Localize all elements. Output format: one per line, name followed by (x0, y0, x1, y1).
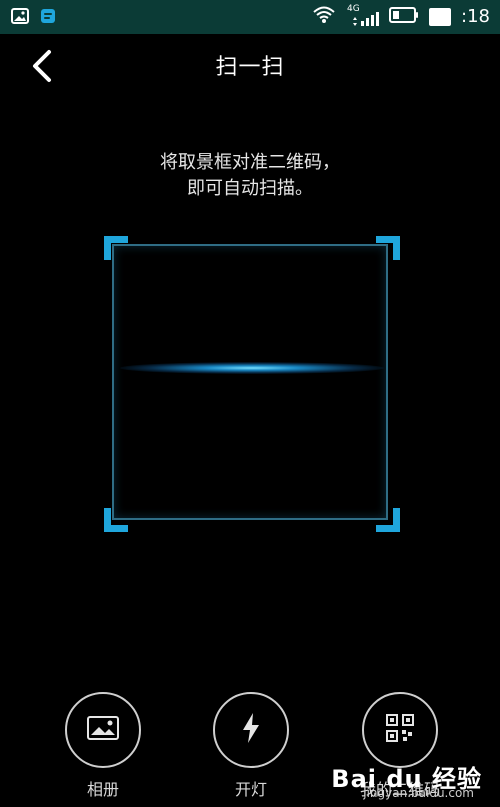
scan-frame (104, 236, 400, 532)
album-label: 相册 (86, 780, 119, 799)
flashlight-circle[interactable] (213, 692, 289, 768)
header: 扫一扫 (0, 34, 500, 104)
redacted-block (429, 8, 452, 26)
scan-corner-top-left (104, 236, 128, 260)
flashlight-label: 开灯 (234, 780, 267, 799)
signal-icon: 4G (347, 4, 380, 28)
scan-area (112, 244, 388, 520)
status-time: :18 (461, 6, 490, 27)
image-icon (10, 6, 30, 30)
scan-line (120, 362, 384, 374)
instruction-line-1: 将取景框对准二维码， (160, 152, 340, 173)
scan-corner-top-right (376, 236, 400, 260)
image-icon (86, 715, 120, 745)
scan-corner-bottom-left (104, 508, 128, 532)
page-title: 扫一扫 (215, 55, 285, 80)
status-right-icons: 4G :18 (311, 4, 490, 29)
flash-icon (238, 711, 264, 749)
app-icon (40, 8, 56, 28)
baidu-domain: jingyan.baidu.com (363, 786, 474, 800)
scan-corner-bottom-right (376, 508, 400, 532)
album-circle[interactable] (65, 692, 141, 768)
status-left-icons (10, 6, 56, 30)
baidu-watermark: Bai du 经验 jingyan.baidu.com (331, 752, 482, 801)
qr-code-icon (385, 713, 415, 747)
instruction-line-2: 即可自动扫描。 (187, 178, 313, 199)
album-button[interactable]: 相册 (53, 692, 153, 802)
battery-icon (389, 6, 419, 28)
instruction-text: 将取景框对准二维码， 即可自动扫描。 (0, 150, 500, 202)
flashlight-button[interactable]: 开灯 (201, 692, 301, 802)
wifi-icon (311, 5, 337, 29)
status-bar: 4G :18 (0, 0, 500, 34)
